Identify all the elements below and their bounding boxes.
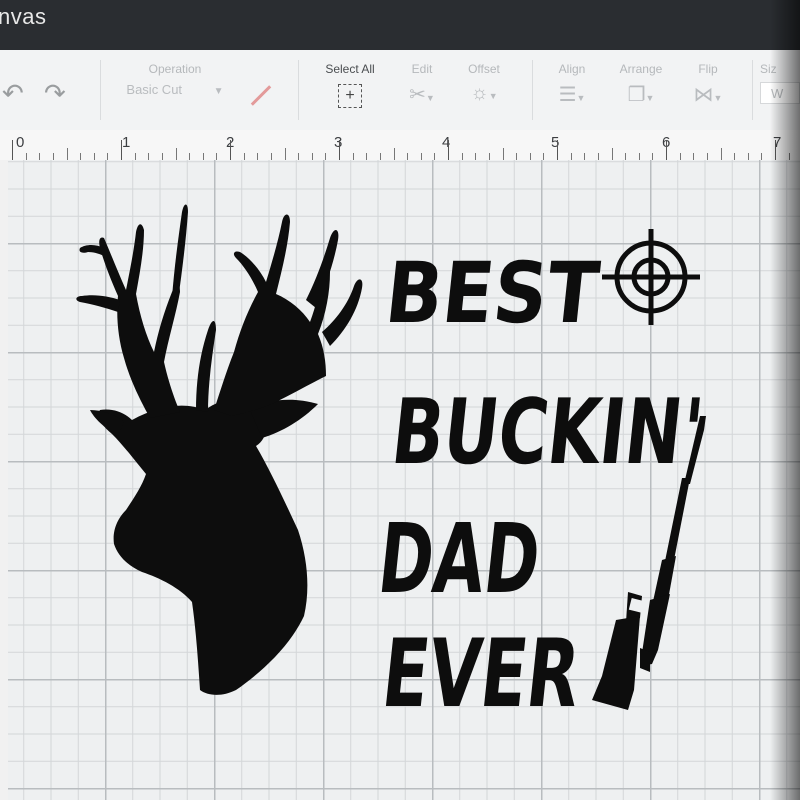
deer-head-icon [76, 204, 363, 695]
design-text-buckin: BUCKIN' [387, 380, 708, 485]
crosshair-icon [602, 229, 700, 325]
design-text-best: BEST [381, 244, 603, 342]
design-text-dad: DAD [373, 503, 545, 615]
deer-design-artwork[interactable]: BEST BUCKIN' DAD EVER [0, 0, 800, 800]
design-text-ever: EVER [377, 620, 584, 729]
